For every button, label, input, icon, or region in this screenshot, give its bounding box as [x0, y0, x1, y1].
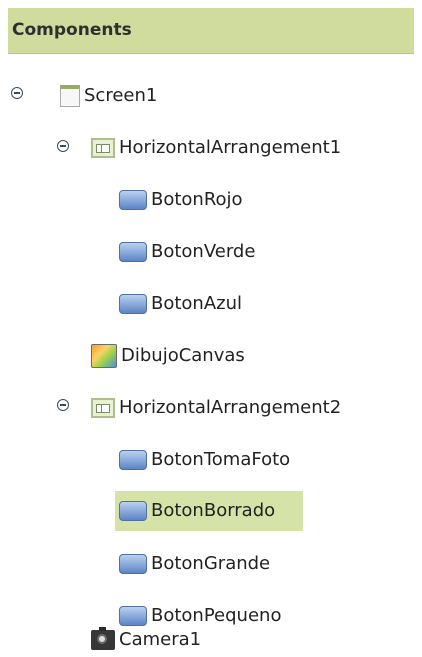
tree-item-boton-azul[interactable]: BotonAzul — [119, 287, 242, 321]
tree-item-screen1[interactable]: Screen1 — [60, 79, 157, 113]
tree-item-label: BotonGrande — [151, 553, 271, 574]
tree-item-label: HorizontalArrangement2 — [119, 397, 342, 418]
minus-icon — [60, 145, 66, 147]
components-header: Components — [8, 8, 414, 54]
components-tree: Screen1 HorizontalArrangement1 BotonRojo… — [0, 54, 422, 654]
tree-item-label: BotonRojo — [151, 189, 243, 210]
tree-item-horizontal-arrangement1[interactable]: HorizontalArrangement1 — [91, 131, 341, 165]
button-icon — [119, 501, 147, 521]
tree-item-label: BotonTomaFoto — [151, 449, 291, 470]
tree-item-boton-borrado[interactable]: BotonBorrado — [115, 491, 303, 531]
tree-item-boton-grande[interactable]: BotonGrande — [119, 547, 270, 581]
button-icon — [119, 242, 147, 262]
components-panel: Components Screen1 HorizontalArrangement… — [0, 0, 422, 654]
button-icon — [119, 294, 147, 314]
tree-item-label: BotonAzul — [151, 293, 243, 314]
button-icon — [119, 190, 147, 210]
canvas-icon — [91, 344, 117, 368]
minus-icon — [14, 92, 20, 94]
horizontal-arrangement-icon — [91, 398, 115, 418]
screen-icon — [60, 85, 80, 107]
camera-icon — [91, 627, 115, 650]
tree-item-label: BotonVerde — [151, 241, 256, 262]
tree-item-label: Camera1 — [119, 629, 202, 650]
tree-item-label: HorizontalArrangement1 — [119, 137, 342, 158]
collapse-screen1-icon[interactable] — [11, 87, 23, 99]
horizontal-arrangement-icon — [91, 138, 115, 158]
tree-item-label: DibujoCanvas — [121, 345, 245, 366]
tree-item-label: Screen1 — [84, 85, 158, 106]
tree-item-dibujo-canvas[interactable]: DibujoCanvas — [91, 339, 245, 373]
button-icon — [119, 450, 147, 470]
collapse-horizontal-arrangement2-icon[interactable] — [57, 399, 69, 411]
tree-item-horizontal-arrangement2[interactable]: HorizontalArrangement2 — [91, 391, 341, 425]
minus-icon — [60, 404, 66, 406]
tree-item-boton-verde[interactable]: BotonVerde — [119, 235, 255, 269]
tree-item-boton-rojo[interactable]: BotonRojo — [119, 183, 243, 217]
tree-item-label: BotonBorrado — [151, 500, 276, 521]
button-icon — [119, 554, 147, 574]
tree-item-boton-toma-foto[interactable]: BotonTomaFoto — [119, 443, 290, 477]
collapse-horizontal-arrangement1-icon[interactable] — [57, 140, 69, 152]
tree-item-camera1[interactable]: Camera1 — [91, 623, 201, 657]
components-title: Components — [12, 20, 132, 40]
